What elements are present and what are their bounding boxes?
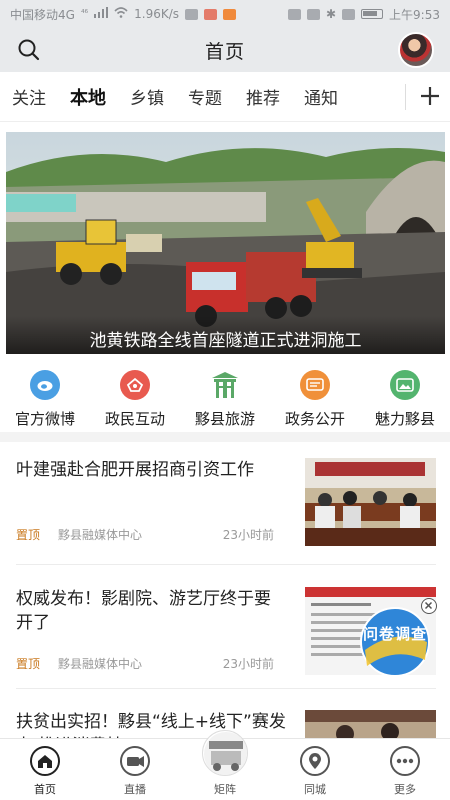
page-title: 首页	[204, 40, 245, 63]
tab-local[interactable]: 本地	[58, 84, 118, 110]
section-divider	[0, 432, 450, 442]
nav-live[interactable]: 直播	[90, 739, 180, 800]
weibo-icon	[30, 370, 60, 400]
nav-label: 矩阵	[214, 783, 236, 796]
city-icon	[299, 745, 331, 777]
bluetooth-icon: ✱	[325, 7, 337, 21]
landscape-icon	[390, 370, 420, 400]
nav-city[interactable]: 同城	[270, 739, 360, 800]
nav-label: 更多	[394, 783, 416, 796]
quick-link-interaction[interactable]: 政民互动	[90, 366, 180, 432]
app-notify-icon	[223, 8, 237, 20]
list-separator	[16, 688, 436, 689]
time-label: 上午9:53	[389, 7, 440, 22]
news-source: 黟县融媒体中心	[58, 657, 143, 671]
news-item[interactable]: 叶建强赴合肥开展招商引资工作 置顶 黟县融媒体中心 23小时前	[16, 458, 436, 570]
hd-icon	[287, 8, 301, 20]
tab-notice[interactable]: 通知	[292, 84, 350, 109]
battery-icon	[361, 9, 384, 19]
nav-more[interactable]: 更多	[360, 739, 450, 800]
quick-link-tourism[interactable]: 黟县旅游	[180, 366, 270, 432]
user-avatar[interactable]	[398, 32, 434, 68]
news-time: 23小时前	[222, 528, 274, 542]
signal-icon	[94, 7, 109, 21]
more-icon	[389, 745, 421, 777]
nav-label: 同城	[304, 783, 326, 796]
quick-link-label: 政民互动	[104, 410, 165, 428]
survey-label: 问卷调查	[363, 625, 428, 643]
app-header: 首页	[0, 28, 450, 72]
quick-link-government[interactable]: 政务公开	[270, 366, 360, 432]
tab-topics[interactable]: 专题	[176, 84, 234, 109]
quick-link-label: 黟县旅游	[194, 410, 255, 428]
tab-follow[interactable]: 关注	[0, 84, 58, 109]
status-bar: 中国移动4G ⁴⁶ 1.96K/s ✱ 上午9:53	[0, 0, 450, 28]
nfc-icon	[306, 8, 320, 20]
plus-icon[interactable]	[415, 81, 445, 111]
banner-carousel[interactable]: 池黄铁路全线首座隧道正式进洞施工	[6, 132, 445, 354]
tab-township[interactable]: 乡镇	[118, 84, 176, 109]
quick-link-label: 魅力黟县	[374, 410, 435, 428]
nav-label: 直播	[124, 783, 146, 796]
tabs-divider	[405, 84, 406, 110]
close-icon[interactable]	[421, 598, 437, 614]
app-notify-icon	[204, 8, 218, 20]
tab-recommend[interactable]: 推荐	[234, 84, 292, 109]
interaction-icon	[120, 370, 150, 400]
nav-label: 首页	[34, 783, 56, 796]
quick-link-label: 官方微博	[14, 410, 75, 428]
app-notify-icon	[185, 8, 199, 20]
matrix-icon[interactable]	[202, 730, 248, 776]
quick-link-charm[interactable]: 魅力黟县	[360, 366, 450, 432]
wifi-icon	[114, 7, 128, 21]
news-source: 黟县融媒体中心	[58, 528, 143, 542]
news-thumbnail	[305, 458, 436, 546]
vibrate-icon	[342, 8, 356, 20]
survey-float-ad[interactable]: 问卷调查	[355, 598, 437, 678]
banner-caption: 池黄铁路全线首座隧道正式进洞施工	[6, 316, 445, 354]
news-title: 权威发布！影剧院、游艺厅终于要开了	[16, 589, 271, 633]
quick-links: 官方微博 政民互动 黟县旅游 政务公开 魅力黟县	[0, 366, 450, 432]
category-tabs: 关注 本地 乡镇 专题 推荐 通知	[0, 72, 450, 122]
carrier-label: 中国移动4G	[10, 7, 75, 22]
news-meta: 置顶 黟县融媒体中心 23小时前	[16, 526, 274, 543]
live-camera-icon	[119, 745, 151, 777]
pinned-badge: 置顶	[16, 657, 41, 671]
quick-link-label: 政务公开	[284, 410, 345, 428]
list-separator	[16, 564, 436, 565]
speed-label: 1.96K/s	[134, 7, 180, 21]
quick-link-weibo[interactable]: 官方微博	[0, 366, 90, 432]
nav-home[interactable]: 首页	[0, 739, 90, 800]
news-time: 23小时前	[222, 657, 274, 671]
pinned-badge: 置顶	[16, 528, 41, 542]
signal-tag: ⁴⁶	[80, 9, 89, 19]
search-icon[interactable]	[16, 37, 42, 63]
government-icon	[300, 370, 330, 400]
news-meta: 置顶 黟县融媒体中心 23小时前	[16, 655, 274, 672]
archway-icon	[210, 370, 240, 400]
news-title: 叶建强赴合肥开展招商引资工作	[16, 460, 254, 480]
home-icon	[29, 745, 61, 777]
